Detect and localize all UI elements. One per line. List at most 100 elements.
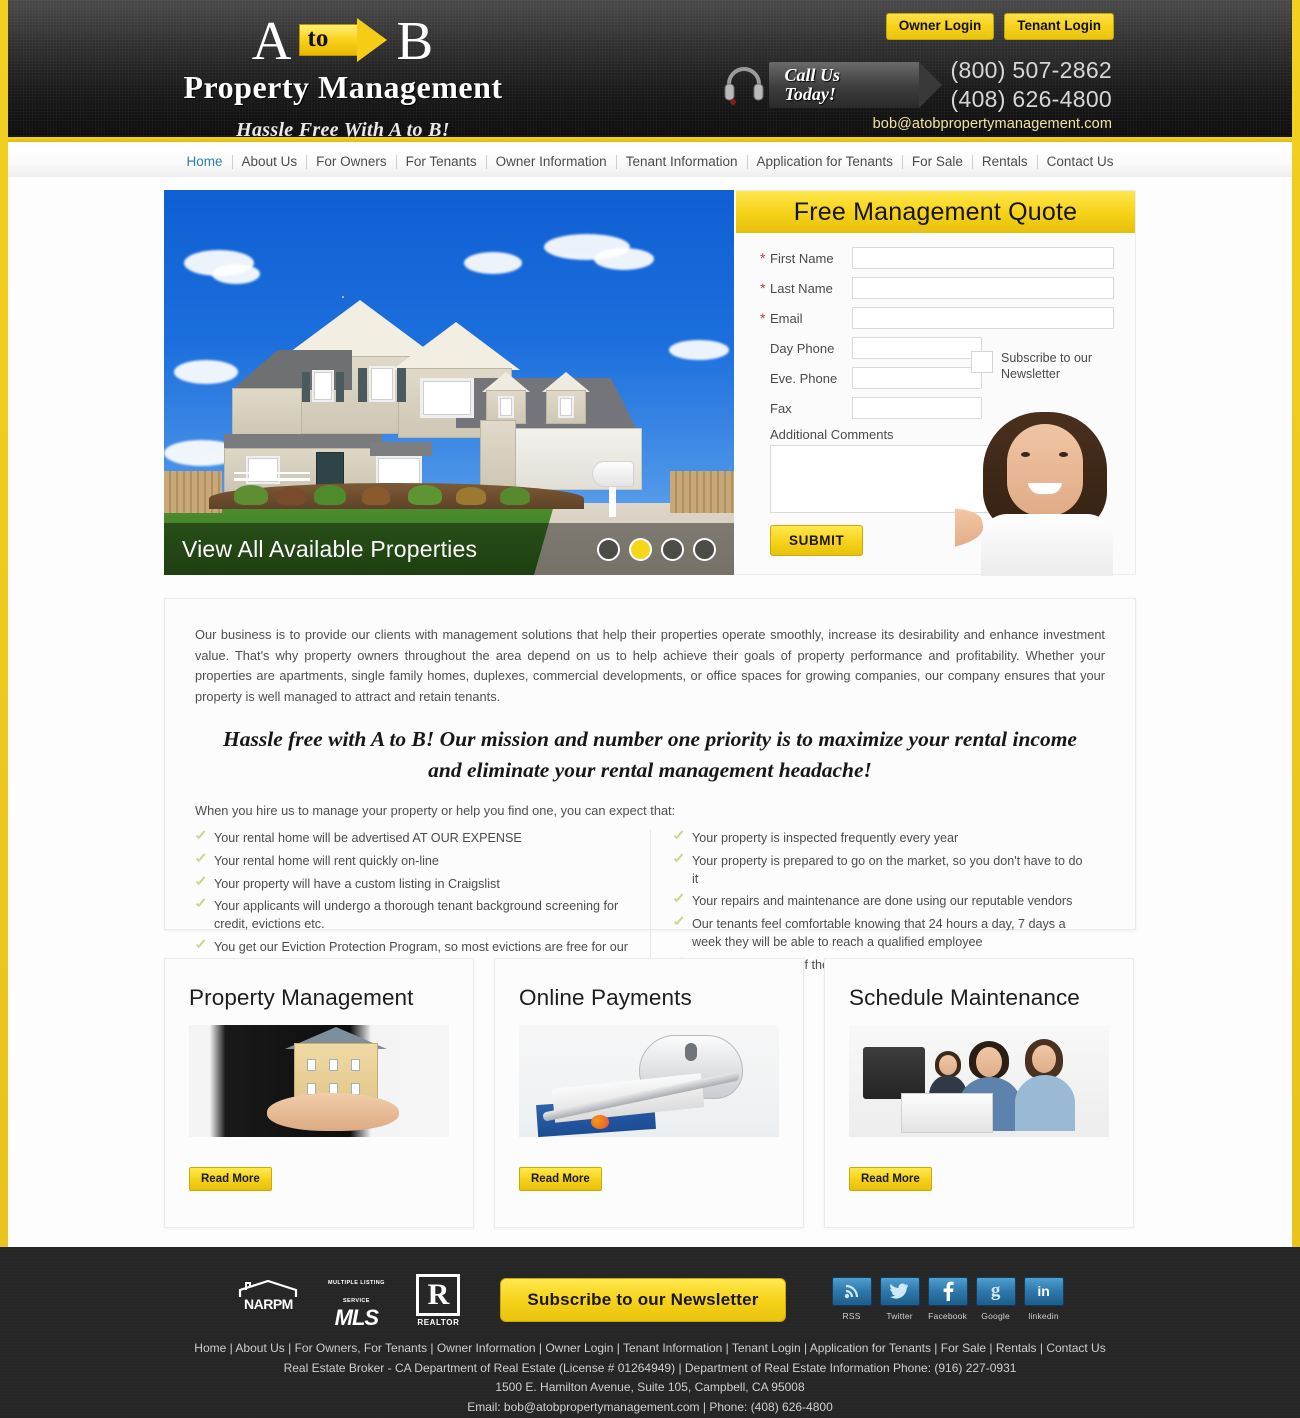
- about-content-card: Our business is to provide our clients w…: [164, 598, 1136, 980]
- subscribe-newsletter-button[interactable]: Subscribe to our Newsletter: [500, 1278, 786, 1322]
- free-management-quote-form: Free Management Quote * First Name * Las…: [736, 190, 1136, 576]
- footer-legal-line: Real Estate Broker - CA Department of Re…: [283, 1360, 1017, 1375]
- newsletter-checkbox[interactable]: [971, 351, 993, 373]
- social-google[interactable]: g Google: [975, 1276, 1016, 1324]
- nav-item-home[interactable]: Home: [178, 155, 233, 169]
- rss-icon: [831, 1276, 872, 1306]
- right-yellow-rail: [1292, 0, 1300, 1247]
- nav-item-contact-us[interactable]: Contact Us: [1038, 155, 1123, 169]
- nav-item-for-owners[interactable]: For Owners: [307, 155, 397, 169]
- nav-item-for-tenants[interactable]: For Tenants: [397, 155, 487, 169]
- nav-item-about-us[interactable]: About Us: [233, 155, 308, 169]
- realtor-mark: R: [416, 1273, 461, 1316]
- logo-to-text: to: [307, 25, 329, 52]
- phone-numbers: (800) 507-2862 (408) 626-4800: [951, 56, 1112, 115]
- list-item-text: Your rental home will rent quickly on-li…: [214, 853, 439, 868]
- social-linkedin[interactable]: in linkedin: [1023, 1276, 1064, 1324]
- header-email-link[interactable]: bob@atobpropertymanagement.com: [873, 116, 1112, 132]
- intro-paragraph: Our business is to provide our clients w…: [195, 627, 1105, 705]
- agent-photo: [955, 406, 1135, 576]
- logo-letter-b: B: [396, 9, 435, 71]
- last-name-input[interactable]: [852, 277, 1114, 299]
- eve-phone-label: Eve. Phone: [770, 370, 838, 386]
- slider-dot-1[interactable]: [597, 537, 620, 561]
- read-more-button[interactable]: Read More: [189, 1167, 272, 1191]
- newsletter-label: Subscribe to our Newsletter: [1001, 351, 1093, 381]
- logo-wordmark: A to B: [148, 12, 538, 68]
- list-item: Your property is prepared to go on the m…: [673, 853, 1085, 889]
- nav-item-for-sale[interactable]: For Sale: [903, 155, 973, 169]
- list-item: Your rental home will be advertised AT O…: [195, 830, 630, 848]
- eve-phone-input[interactable]: [852, 367, 982, 389]
- field-row-first-name: * First Name: [736, 247, 1135, 269]
- list-item-text: Your property is inspected frequently ev…: [692, 830, 959, 845]
- slider-dots: [597, 537, 716, 561]
- phone-local[interactable]: (408) 626-4800: [951, 85, 1112, 114]
- nav-item-tenant-information[interactable]: Tenant Information: [617, 155, 748, 169]
- narpm-label: NARPM: [243, 1296, 293, 1312]
- nav-item-application-for-tenants[interactable]: Application for Tenants: [748, 155, 903, 169]
- check-icon: [195, 832, 206, 843]
- narpm-logo-icon: NARPM: [236, 1280, 300, 1320]
- slider-dot-4[interactable]: [693, 537, 716, 561]
- benefits-lists: Your rental home will be advertised AT O…: [165, 818, 1135, 980]
- slider-dot-2[interactable]: [629, 537, 652, 561]
- tenant-login-button[interactable]: Tenant Login: [1004, 13, 1114, 40]
- list-item: Your repairs and maintenance are done us…: [673, 893, 1085, 911]
- rss-label: RSS: [842, 1310, 861, 1321]
- linkedin-icon: in: [1023, 1276, 1064, 1306]
- site-footer: NARPM MULTIPLE LISTING SERVICE MLS R REA…: [0, 1247, 1300, 1418]
- hero-section: View All Available Properties Free Manag…: [164, 190, 1136, 576]
- social-facebook[interactable]: Facebook: [927, 1276, 968, 1324]
- social-twitter[interactable]: Twitter: [879, 1276, 920, 1324]
- list-item-text: Your rental home will be advertised AT O…: [214, 830, 522, 845]
- list-item-text: Our tenants feel comfortable knowing tha…: [692, 917, 1066, 950]
- mls-label: MLS: [334, 1305, 379, 1330]
- read-more-button[interactable]: Read More: [519, 1167, 602, 1191]
- twitter-label: Twitter: [886, 1310, 913, 1321]
- field-row-last-name: * Last Name: [736, 277, 1135, 299]
- card-schedule-maintenance: Schedule Maintenance Read More: [824, 958, 1134, 1228]
- site-logo[interactable]: A to B Property Management Hassle Free W…: [148, 12, 538, 142]
- list-item-text: Your repairs and maintenance are done us…: [692, 894, 1073, 909]
- day-phone-input[interactable]: [852, 337, 982, 359]
- nav-item-rentals[interactable]: Rentals: [973, 155, 1038, 169]
- social-rss[interactable]: RSS: [831, 1276, 872, 1324]
- quote-form-header: Free Management Quote: [736, 191, 1135, 233]
- list-item-text: Your applicants will undergo a thorough …: [214, 899, 619, 932]
- call-line-2: Today!: [784, 84, 836, 105]
- slider-caption[interactable]: View All Available Properties: [182, 536, 477, 563]
- read-more-button[interactable]: Read More: [849, 1167, 932, 1191]
- logo-title: Property Management: [183, 69, 503, 105]
- owner-login-button[interactable]: Owner Login: [885, 13, 995, 40]
- phone-toll-free[interactable]: (800) 507-2862: [951, 56, 1112, 85]
- footer-nav-links[interactable]: Home | About Us | For Owners, For Tenant…: [0, 1339, 1300, 1358]
- submit-button[interactable]: SUBMIT: [770, 525, 864, 556]
- linkedin-label: linkedin: [1028, 1310, 1059, 1321]
- call-us-badge: Call Us Today!: [768, 62, 942, 109]
- nav-item-owner-information[interactable]: Owner Information: [487, 155, 617, 169]
- first-name-input[interactable]: [852, 247, 1114, 269]
- expectations-lead: When you hire us to manage your property…: [195, 802, 676, 818]
- list-item-text: Your property will have a custom listing…: [214, 876, 500, 891]
- required-asterisk: *: [760, 250, 766, 266]
- slider-dot-3[interactable]: [661, 537, 684, 561]
- left-yellow-rail: [0, 0, 8, 1247]
- facebook-label: Facebook: [928, 1310, 968, 1321]
- slider-caption-bar: View All Available Properties: [164, 523, 734, 575]
- logo-tagline: Hassle Free With A to B!: [236, 119, 450, 141]
- list-item: Your property will have a custom listing…: [195, 876, 630, 894]
- list-item: Your applicants will undergo a thorough …: [195, 898, 630, 934]
- call-line-1: Call Us: [784, 65, 841, 85]
- footer-address-line: 1500 E. Hamilton Avenue, Suite 105, Camp…: [495, 1380, 805, 1395]
- first-name-label: First Name: [770, 250, 834, 266]
- property-slider[interactable]: View All Available Properties: [164, 190, 734, 575]
- check-icon: [195, 855, 206, 866]
- check-icon: [673, 832, 684, 843]
- newsletter-subscribe-group: Subscribe to our Newsletter: [971, 351, 1121, 382]
- footer-contact-line[interactable]: Email: bob@atobpropertymanagement.com | …: [0, 1398, 1300, 1417]
- quote-form-title: Free Management Quote: [793, 197, 1078, 226]
- list-item: Our tenants feel comfortable knowing tha…: [673, 916, 1085, 952]
- email-input[interactable]: [852, 307, 1114, 329]
- last-name-label: Last Name: [770, 280, 833, 296]
